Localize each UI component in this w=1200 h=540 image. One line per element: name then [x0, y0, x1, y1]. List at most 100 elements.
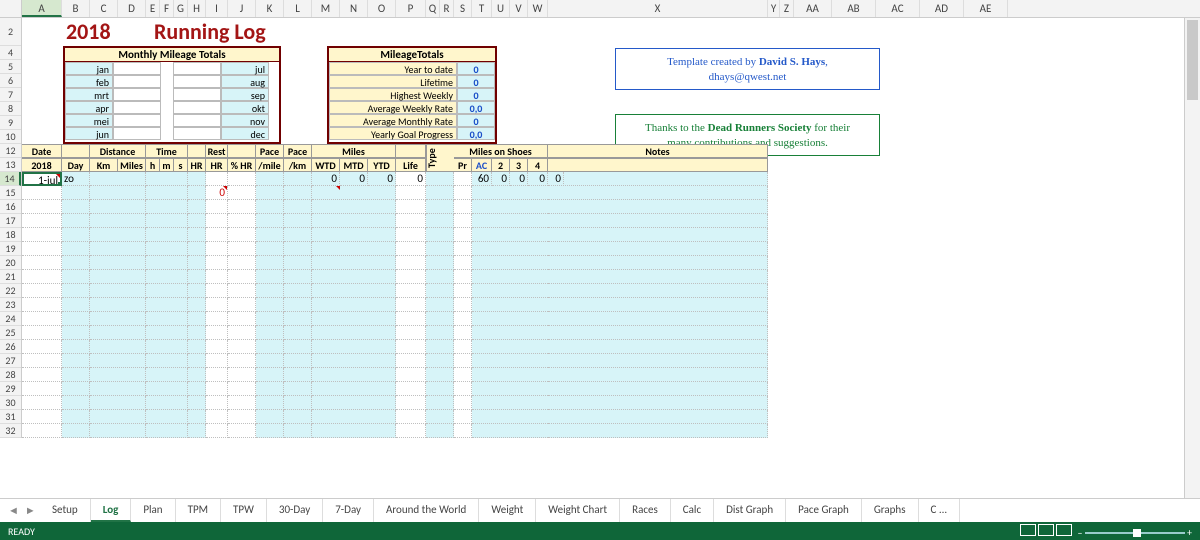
data-cell[interactable] — [62, 270, 90, 284]
data-cell[interactable] — [22, 354, 62, 368]
data-cell[interactable] — [188, 228, 206, 242]
data-cell[interactable] — [90, 270, 146, 284]
data-cell[interactable] — [396, 340, 426, 354]
data-cell[interactable] — [22, 382, 62, 396]
data-cell[interactable] — [188, 354, 206, 368]
data-cell[interactable] — [426, 382, 454, 396]
data-cell[interactable] — [62, 326, 90, 340]
data-cell[interactable] — [146, 284, 188, 298]
month-mei-val[interactable] — [113, 114, 161, 127]
row-header-10[interactable]: 10 — [0, 130, 21, 144]
col-header-G[interactable]: G — [174, 0, 188, 17]
data-cell[interactable] — [426, 214, 454, 228]
data-cell[interactable] — [206, 396, 228, 410]
data-cell[interactable] — [548, 256, 768, 270]
data-cell[interactable] — [228, 354, 256, 368]
data-cell[interactable] — [90, 368, 146, 382]
row-header-5[interactable]: 5 — [0, 60, 21, 74]
data-cell[interactable] — [256, 312, 284, 326]
data-cell[interactable] — [146, 172, 188, 186]
data-cell[interactable] — [548, 284, 768, 298]
data-cell[interactable] — [312, 214, 396, 228]
sheet-tab-c-[interactable]: C ... — [919, 499, 961, 522]
data-cell[interactable] — [312, 242, 396, 256]
data-cell[interactable] — [90, 424, 146, 438]
data-cell[interactable] — [188, 214, 206, 228]
data-cell[interactable] — [206, 172, 228, 186]
data-cell[interactable] — [454, 368, 472, 382]
col-header-U[interactable]: U — [492, 0, 510, 17]
col-header-P[interactable]: P — [396, 0, 426, 17]
data-cell[interactable] — [426, 368, 454, 382]
data-cell[interactable] — [188, 298, 206, 312]
data-cell[interactable] — [312, 326, 396, 340]
data-cell[interactable] — [206, 270, 228, 284]
month-apr-val[interactable] — [113, 101, 161, 114]
data-cell[interactable] — [90, 340, 146, 354]
data-cell[interactable] — [256, 340, 284, 354]
data-cell[interactable] — [548, 228, 768, 242]
data-cell[interactable] — [312, 368, 396, 382]
data-cell[interactable] — [256, 214, 284, 228]
data-cell[interactable] — [206, 312, 228, 326]
data-cell[interactable] — [256, 424, 284, 438]
data-cell[interactable] — [188, 410, 206, 424]
data-cell[interactable]: 1-jul — [22, 172, 62, 186]
data-cell[interactable] — [454, 214, 472, 228]
data-cell[interactable] — [284, 424, 312, 438]
data-cell[interactable] — [146, 410, 188, 424]
data-cell[interactable] — [312, 284, 396, 298]
data-cell[interactable]: 0 — [206, 186, 228, 200]
data-cell[interactable] — [396, 326, 426, 340]
data-cell[interactable] — [90, 410, 146, 424]
col-header-S[interactable]: S — [454, 0, 472, 17]
data-cell[interactable] — [188, 424, 206, 438]
row-header-13[interactable]: 13 — [0, 158, 21, 172]
data-cell[interactable] — [90, 200, 146, 214]
data-cell[interactable] — [62, 424, 90, 438]
data-cell[interactable] — [548, 200, 768, 214]
sheet-tab-weight-chart[interactable]: Weight Chart — [536, 499, 620, 522]
data-cell[interactable] — [426, 424, 454, 438]
data-cell[interactable] — [146, 368, 188, 382]
data-cell[interactable] — [396, 256, 426, 270]
sheet-tab-pace-graph[interactable]: Pace Graph — [786, 499, 862, 522]
row-header-2[interactable]: 2 — [0, 18, 21, 46]
data-cell[interactable] — [206, 228, 228, 242]
select-all-corner[interactable] — [0, 0, 22, 17]
data-cell[interactable] — [188, 200, 206, 214]
data-cell[interactable] — [396, 298, 426, 312]
data-cell[interactable] — [206, 284, 228, 298]
data-cell[interactable] — [256, 284, 284, 298]
data-cell[interactable] — [396, 228, 426, 242]
data-cell[interactable] — [90, 186, 146, 200]
row-header-7[interactable]: 7 — [0, 88, 21, 102]
col-header-AC[interactable]: AC — [876, 0, 920, 17]
data-cell[interactable] — [426, 172, 454, 186]
tab-next-icon[interactable]: ► — [25, 504, 36, 517]
data-cell[interactable] — [90, 326, 146, 340]
data-cell[interactable] — [312, 382, 396, 396]
data-cell[interactable] — [22, 340, 62, 354]
data-cell[interactable] — [188, 326, 206, 340]
row-header-8[interactable]: 8 — [0, 102, 21, 116]
data-cell[interactable] — [284, 214, 312, 228]
col-header-AE[interactable]: AE — [964, 0, 1008, 17]
data-cell[interactable] — [256, 298, 284, 312]
zoom-slider[interactable] — [1085, 532, 1185, 534]
col-header-L[interactable]: L — [284, 0, 312, 17]
row-header-28[interactable]: 28 — [0, 368, 21, 382]
data-cell[interactable] — [548, 354, 768, 368]
data-cell[interactable] — [548, 270, 768, 284]
data-cell[interactable] — [228, 228, 256, 242]
data-cell[interactable] — [284, 312, 312, 326]
data-cell[interactable] — [146, 382, 188, 396]
data-cell[interactable] — [548, 186, 768, 200]
sheet-tab-setup[interactable]: Setup — [40, 499, 91, 522]
data-cell[interactable] — [284, 256, 312, 270]
row-header-6[interactable]: 6 — [0, 74, 21, 88]
row-header-12[interactable]: 12 — [0, 144, 21, 158]
data-cell[interactable] — [312, 228, 396, 242]
data-cell[interactable] — [146, 326, 188, 340]
sheet-tab-30-day[interactable]: 30-Day — [267, 499, 323, 522]
